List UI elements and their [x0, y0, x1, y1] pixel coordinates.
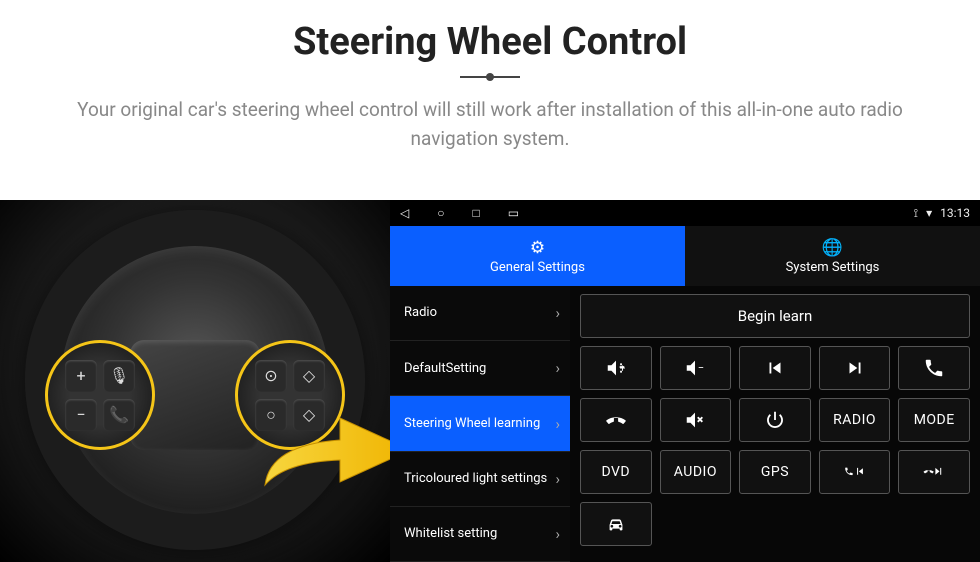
- diamond-down-icon: ◇: [293, 399, 325, 431]
- page-subtitle: Your original car's steering wheel contr…: [40, 96, 940, 153]
- power-button[interactable]: [739, 398, 811, 442]
- cruise-icon: ⊙: [255, 360, 287, 392]
- circle-icon: ○: [255, 399, 287, 431]
- call-prev-icon: [844, 461, 866, 483]
- prev-track-button[interactable]: [739, 346, 811, 390]
- mode-button[interactable]: MODE: [898, 398, 970, 442]
- plus-icon: +: [65, 360, 97, 392]
- recents-icon[interactable]: □: [472, 206, 479, 220]
- next-track-icon: [844, 357, 866, 379]
- chevron-right-icon: ›: [555, 415, 560, 433]
- chevron-right-icon: ›: [555, 470, 560, 488]
- menu-item-steering-wheel-learning[interactable]: Steering Wheel learning ›: [390, 396, 570, 451]
- car-button[interactable]: [580, 502, 652, 546]
- diamond-up-icon: ◇: [293, 360, 325, 392]
- begin-learn-button[interactable]: Begin learn: [580, 294, 970, 338]
- vol-down-icon: −: [684, 357, 706, 379]
- learning-panel: Begin learn + −: [570, 286, 980, 562]
- phone-icon: [923, 357, 945, 379]
- wheel-left-pod: + 🎙 − 📞: [45, 340, 155, 450]
- call-next-button[interactable]: [898, 450, 970, 494]
- phone-icon: 📞: [103, 399, 135, 431]
- menu-item-whitelist[interactable]: Whitelist setting ›: [390, 507, 570, 562]
- steering-wheel-photo: + 🎙 − 📞 ⊙ ◇ ○ ◇: [0, 200, 390, 562]
- menu-item-radio[interactable]: Radio ›: [390, 286, 570, 341]
- audio-button[interactable]: AUDIO: [660, 450, 732, 494]
- svg-text:+: +: [619, 364, 625, 375]
- vol-up-button[interactable]: +: [580, 346, 652, 390]
- tab-general-settings[interactable]: ⚙ General Settings: [390, 226, 685, 286]
- title-divider: [460, 76, 520, 78]
- vol-up-icon: +: [605, 357, 627, 379]
- vol-down-button[interactable]: −: [660, 346, 732, 390]
- chevron-right-icon: ›: [555, 525, 560, 543]
- head-unit-screen: ◁ ○ □ ▭ ⟟ ▾ 13:13 ⚙ General Settings 🌐 S…: [390, 200, 980, 562]
- call-button[interactable]: [898, 346, 970, 390]
- radio-button[interactable]: RADIO: [819, 398, 891, 442]
- call-prev-button[interactable]: [819, 450, 891, 494]
- globe-icon: 🌐: [822, 238, 843, 258]
- next-track-button[interactable]: [819, 346, 891, 390]
- home-icon[interactable]: ○: [437, 206, 444, 220]
- chevron-right-icon: ›: [555, 359, 560, 377]
- prev-track-icon: [764, 357, 786, 379]
- menu-label: Steering Wheel learning: [404, 416, 540, 432]
- svg-text:−: −: [698, 362, 705, 375]
- page-title: Steering Wheel Control: [0, 20, 980, 64]
- menu-label: Whitelist setting: [404, 526, 497, 542]
- wifi-icon: ▾: [926, 206, 932, 220]
- chevron-right-icon: ›: [555, 304, 560, 322]
- power-icon: [764, 409, 786, 431]
- call-next-icon: [923, 461, 945, 483]
- screenshot-icon[interactable]: ▭: [508, 206, 519, 220]
- voice-icon: 🎙: [103, 360, 135, 392]
- gps-button[interactable]: GPS: [739, 450, 811, 494]
- hangup-icon: [605, 409, 627, 431]
- android-statusbar: ◁ ○ □ ▭ ⟟ ▾ 13:13: [390, 200, 980, 226]
- menu-label: Tricoloured light settings: [404, 471, 547, 487]
- wheel-right-pod: ⊙ ◇ ○ ◇: [235, 340, 345, 450]
- gear-icon: ⚙: [530, 238, 545, 258]
- minus-icon: −: [65, 399, 97, 431]
- location-icon: ⟟: [914, 206, 918, 221]
- dvd-button[interactable]: DVD: [580, 450, 652, 494]
- menu-item-tricoloured-light[interactable]: Tricoloured light settings ›: [390, 452, 570, 507]
- tab-system-settings[interactable]: 🌐 System Settings: [685, 226, 980, 286]
- menu-item-default-setting[interactable]: DefaultSetting ›: [390, 341, 570, 396]
- settings-menu: Radio › DefaultSetting › Steering Wheel …: [390, 286, 570, 562]
- mute-button[interactable]: [660, 398, 732, 442]
- car-icon: [605, 513, 627, 535]
- mute-icon: [684, 409, 706, 431]
- clock-text: 13:13: [940, 206, 970, 220]
- tab-label: System Settings: [786, 260, 880, 275]
- back-icon[interactable]: ◁: [400, 206, 409, 220]
- menu-label: DefaultSetting: [404, 361, 486, 377]
- menu-label: Radio: [404, 305, 437, 321]
- hangup-button[interactable]: [580, 398, 652, 442]
- tab-label: General Settings: [490, 260, 585, 275]
